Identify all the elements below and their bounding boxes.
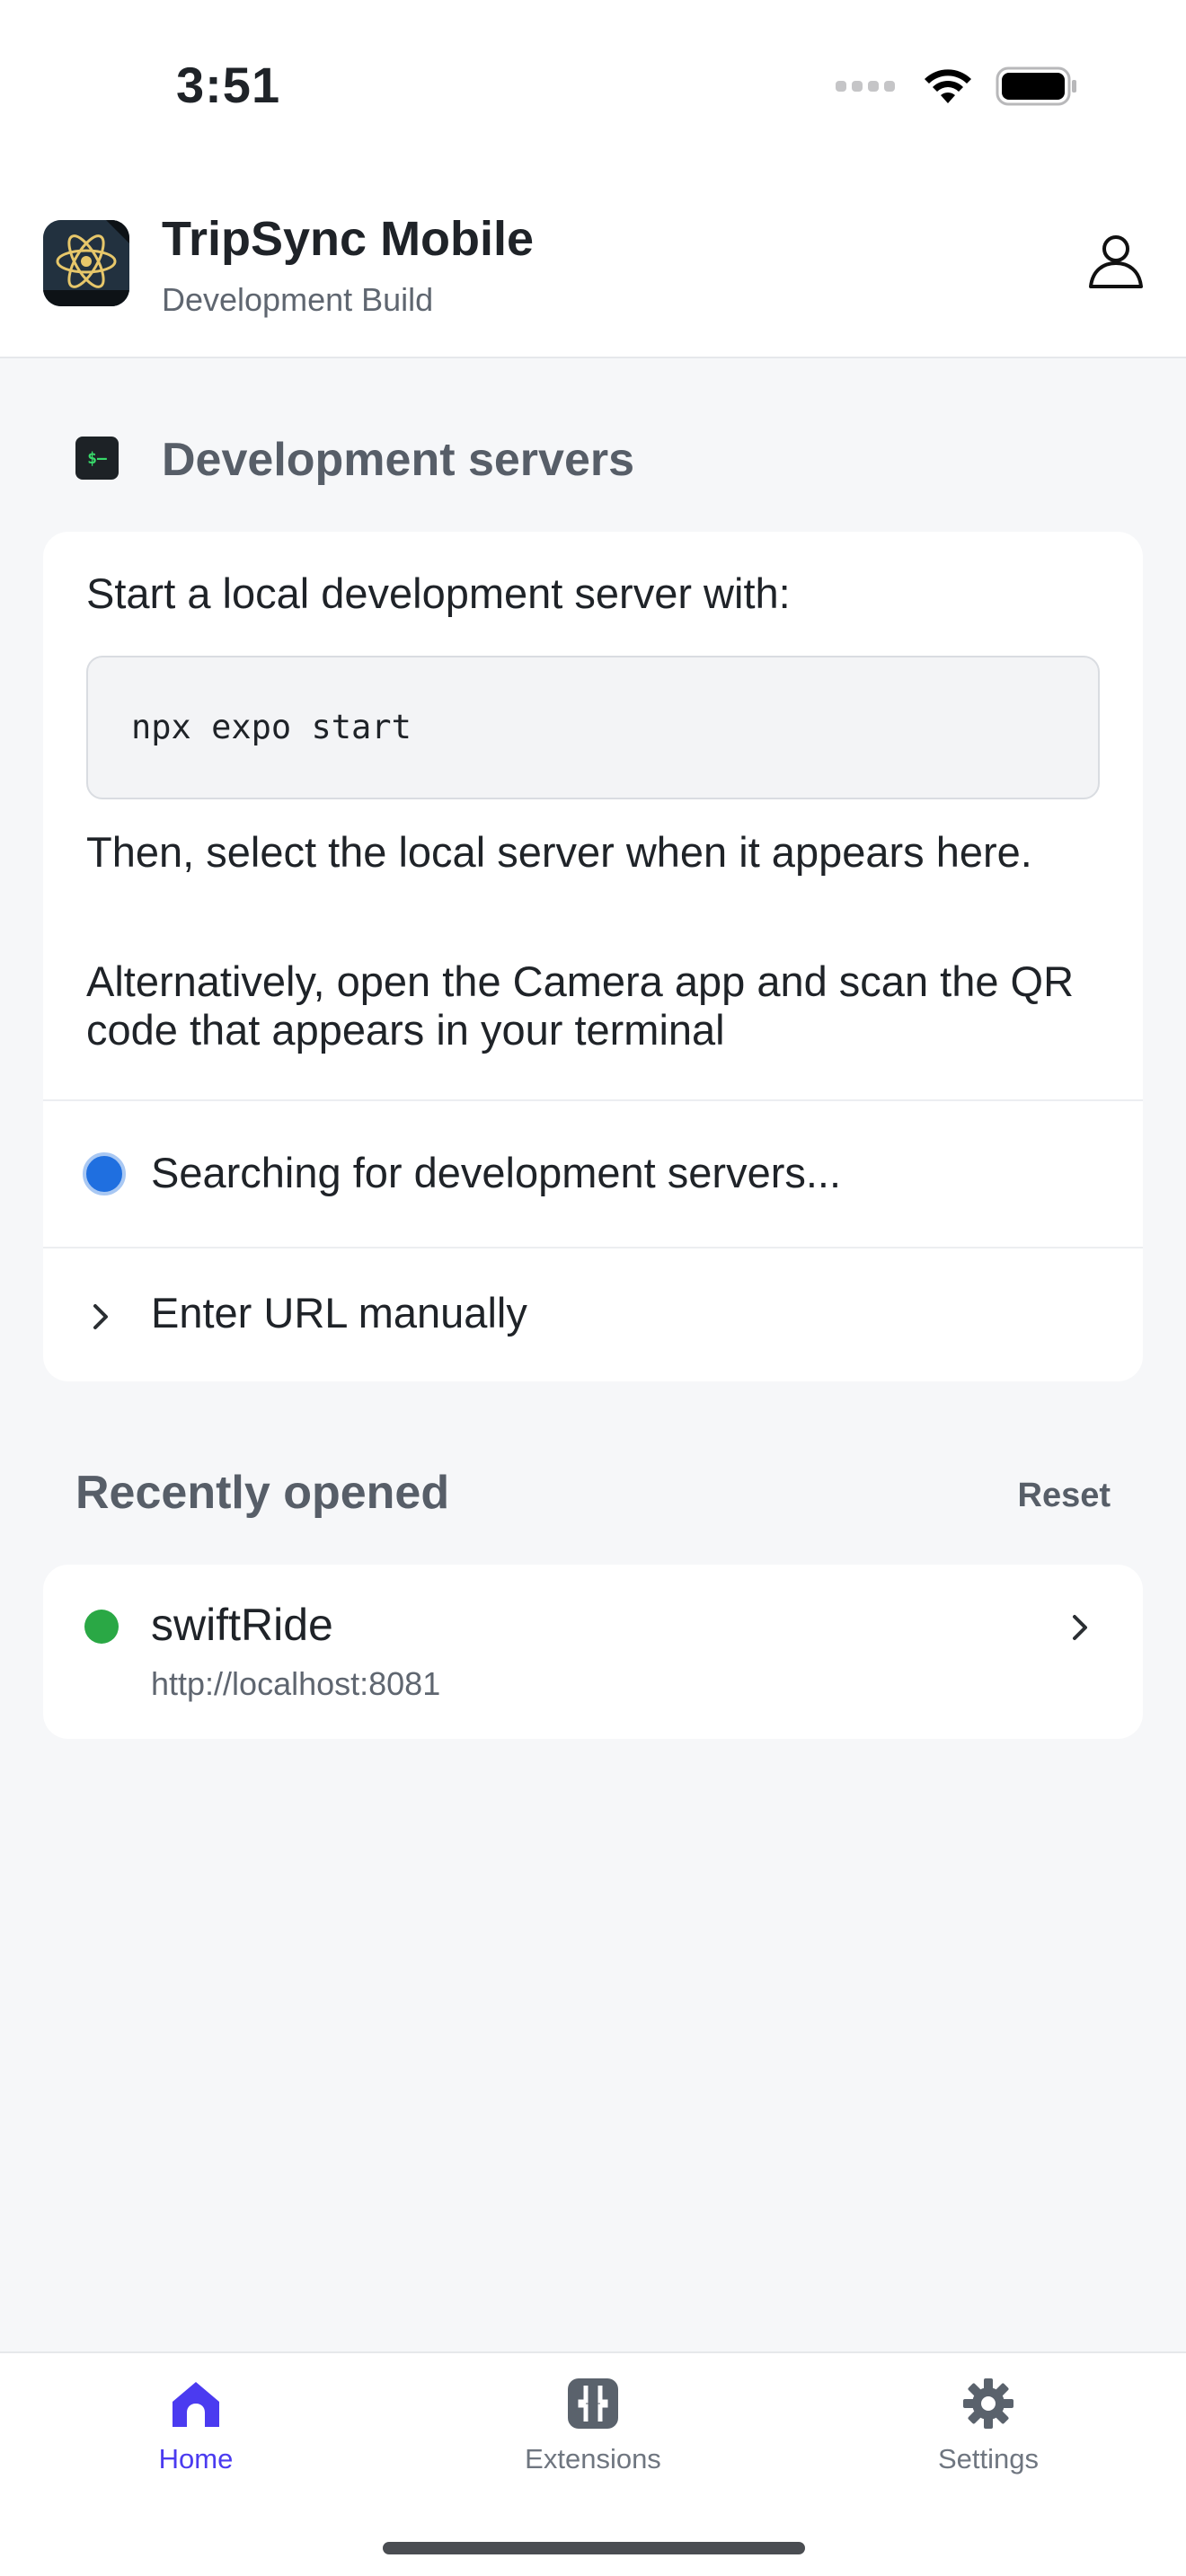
- wifi-icon: [925, 69, 971, 103]
- gear-icon: [963, 2378, 1013, 2429]
- app-title: TripSync Mobile: [162, 212, 535, 266]
- recently-opened-title: Recently opened: [75, 1467, 450, 1519]
- tab-extensions[interactable]: Extensions: [494, 2377, 692, 2502]
- searching-label: Searching for development servers...: [151, 1149, 842, 1196]
- then-text: Then, select the local server when it ap…: [86, 828, 1032, 876]
- online-status-dot: [84, 1610, 119, 1644]
- app-icon: [43, 220, 129, 306]
- profile-button[interactable]: [1084, 229, 1148, 294]
- dev-servers-card: Start a local development server with: n…: [43, 532, 1143, 1381]
- tab-label: Home: [158, 2443, 234, 2475]
- status-icons: [836, 66, 1078, 106]
- alternative-text: Alternatively, open the Camera app and s…: [86, 957, 1075, 1054]
- status-bar: 3:51: [0, 0, 1186, 175]
- intro-text: Start a local development server with:: [86, 569, 791, 617]
- tab-home[interactable]: Home: [97, 2377, 295, 2502]
- home-indicator[interactable]: [383, 2542, 805, 2554]
- recent-project-item[interactable]: swiftRide http://localhost:8081: [43, 1565, 1143, 1739]
- enter-url-label: Enter URL manually: [151, 1289, 527, 1337]
- searching-indicator: [83, 1152, 126, 1195]
- reset-button[interactable]: Reset: [1018, 1477, 1111, 1515]
- user-icon: [1089, 235, 1143, 288]
- battery-icon: [996, 66, 1076, 106]
- section-title: Development servers: [162, 434, 635, 486]
- enter-url-row[interactable]: Enter URL manually: [43, 1248, 1143, 1381]
- tab-settings[interactable]: Settings: [890, 2377, 1087, 2502]
- project-name: swiftRide: [151, 1600, 333, 1650]
- react-logo-icon: [43, 220, 129, 306]
- home-icon: [173, 2382, 219, 2427]
- chevron-right-icon: [93, 1304, 108, 1329]
- app-subtitle: Development Build: [162, 281, 434, 318]
- chevron-right-icon: [1073, 1615, 1087, 1640]
- terminal-icon: $–: [75, 437, 119, 480]
- command-text: npx expo start: [131, 708, 412, 746]
- tab-label: Settings: [937, 2443, 1039, 2475]
- status-time: 3:51: [176, 57, 281, 113]
- tab-label: Extensions: [525, 2443, 661, 2475]
- project-url: http://localhost:8081: [151, 1665, 441, 1702]
- cellular-signal-icon: [836, 81, 895, 92]
- command-box: npx expo start: [86, 656, 1100, 799]
- searching-row: Searching for development servers...: [43, 1101, 1143, 1245]
- extensions-icon: [568, 2378, 618, 2429]
- app-header: TripSync Mobile Development Build: [0, 175, 1186, 358]
- dev-servers-header: $–: [75, 437, 119, 480]
